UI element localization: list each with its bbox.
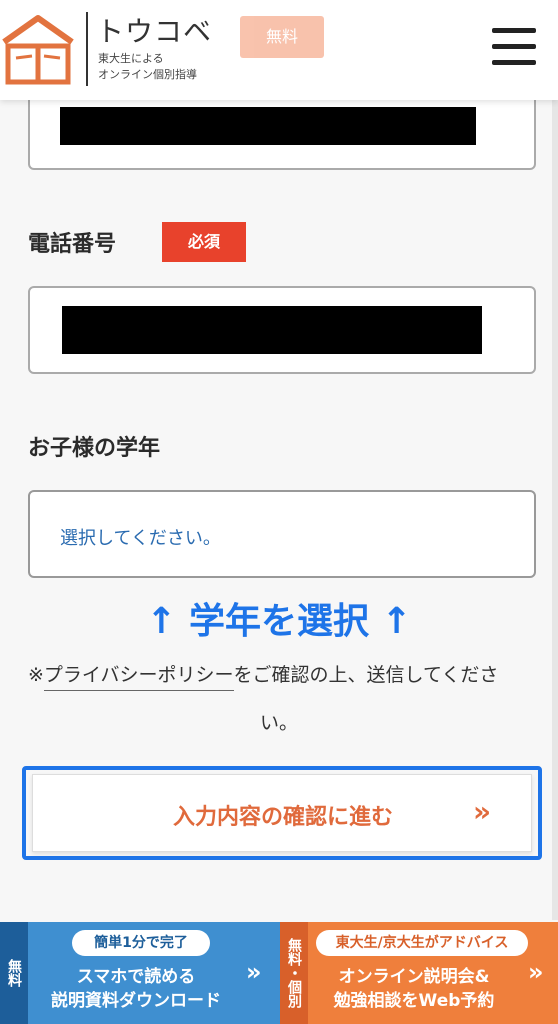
cta-line: 勉強相談をWeb予約 — [333, 991, 495, 1011]
notice-suffix: をご確認の上、送信してくださ — [233, 664, 499, 686]
confirm-button-label: 入力内容の確認に進む — [172, 805, 393, 830]
grade-select[interactable]: 選択してください。 — [28, 490, 536, 578]
redacted-value — [62, 306, 482, 354]
privacy-notice: ※プライバシーポリシーをご確認の上、送信してくださ — [28, 660, 540, 691]
required-badge: 必須 — [162, 222, 246, 262]
grade-select-value: 選択してください。 — [60, 528, 221, 549]
double-chevron-right-icon: » — [528, 958, 543, 986]
logo-tagline: 東大生による — [98, 52, 164, 65]
redacted-value — [60, 107, 476, 145]
book-house-logo-icon[interactable] — [0, 12, 76, 88]
double-chevron-right-icon: » — [473, 795, 491, 828]
logo-tagline: オンライン個別指導 — [98, 68, 197, 81]
confirm-input-button[interactable]: 入力内容の確認に進む » — [32, 774, 532, 852]
hamburger-menu-icon[interactable] — [490, 24, 538, 72]
site-header: トウコベ 東大生による オンライン個別指導 無料 — [0, 0, 558, 100]
notice-line-2: い。 — [259, 712, 298, 734]
select-grade-annotation: ↑ 学年を選択 ↑ — [146, 601, 412, 642]
book-consultation-cta[interactable]: 無料・個別 東大生/京大生がアドバイス オンライン説明会& 勉強相談をWeb予約… — [280, 922, 558, 1024]
cta-line: 説明資料ダウンロード — [51, 991, 221, 1011]
cta-pill: 簡単1分で完了 — [72, 930, 210, 956]
download-brochure-cta[interactable]: 無料 簡単1分で完了 スマホで読める 説明資料ダウンロード » — [0, 922, 280, 1024]
cta-pill: 東大生/京大生がアドバイス — [316, 930, 528, 956]
logo-name[interactable]: トウコベ — [96, 10, 212, 50]
notice-prefix: ※ — [28, 664, 44, 686]
header-free-badge[interactable]: 無料 — [240, 16, 324, 58]
privacy-policy-link[interactable]: プライバシーポリシー — [43, 664, 234, 691]
logo-divider — [86, 12, 88, 86]
cta-line: スマホで読める — [76, 967, 196, 987]
double-chevron-right-icon: » — [246, 958, 261, 986]
cta-tag: 無料 — [0, 922, 28, 1024]
grade-label: お子様の学年 — [28, 436, 161, 461]
scrollbar[interactable] — [552, 100, 558, 920]
cta-line: オンライン説明会& — [338, 967, 490, 987]
phone-label: 電話番号 — [28, 232, 117, 257]
phone-input[interactable] — [28, 286, 536, 374]
